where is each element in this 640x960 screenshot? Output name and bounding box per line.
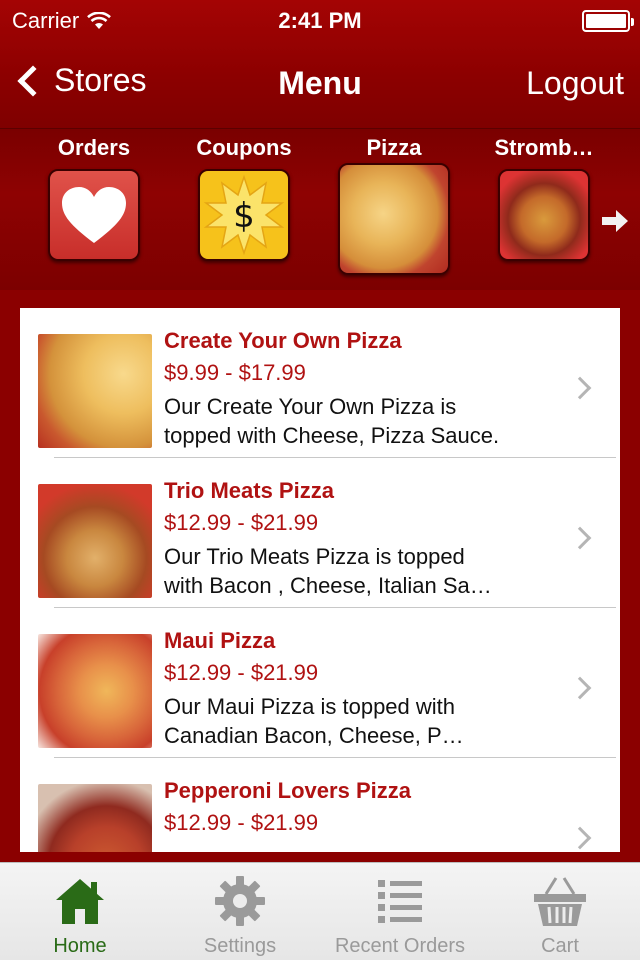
item-name: Pepperoni Lovers Pizza — [164, 778, 411, 803]
coupons-tile: $ — [198, 169, 290, 261]
category-label: Orders — [57, 135, 131, 160]
basket-icon — [530, 873, 590, 929]
item-price: $12.99 - $21.99 — [164, 810, 319, 835]
orders-tile — [48, 169, 140, 261]
tab-bar: Home Settings Recent Orders Cart — [0, 862, 640, 960]
tab-label: Home — [53, 935, 107, 957]
chevron-right-icon — [568, 676, 592, 700]
item-image — [38, 634, 152, 748]
heart-icon — [62, 187, 126, 243]
list-item[interactable]: Trio Meats Pizza $12.99 - $21.99 Our Tri… — [20, 458, 620, 608]
status-time: 2:41 PM — [278, 8, 362, 33]
item-price: $9.99 - $17.99 — [164, 360, 306, 385]
list-item[interactable]: Maui Pizza $12.99 - $21.99 Our Maui Pizz… — [20, 608, 620, 758]
item-name: Maui Pizza — [164, 628, 276, 653]
tab-label: Settings — [203, 935, 277, 957]
tab-cart[interactable]: Cart — [480, 863, 640, 960]
gear-icon — [210, 873, 270, 929]
description-line: Our Trio Meats Pizza is topped — [164, 544, 465, 569]
item-price: $12.99 - $21.99 — [164, 510, 319, 535]
chevron-right-icon — [568, 526, 592, 550]
chevron-right-icon — [568, 376, 592, 400]
item-price: $12.99 - $21.99 — [164, 660, 319, 685]
menu-list: Create Your Own Pizza $9.99 - $17.99 Our… — [20, 308, 620, 852]
item-image — [38, 784, 152, 852]
tab-label: Cart — [541, 935, 579, 957]
arrow-right-icon[interactable] — [600, 207, 630, 235]
stromboli-image — [498, 169, 590, 261]
logout-button[interactable]: Logout — [526, 65, 624, 102]
top-bar: Carrier 2:41 PM Stores Menu Logout — [0, 0, 640, 128]
category-label: Pizza — [366, 135, 422, 160]
category-pizza[interactable]: Pizza — [329, 129, 459, 275]
pizza-image — [338, 163, 450, 275]
chevron-right-icon — [568, 826, 592, 850]
description-line: Our Maui Pizza is topped with — [164, 694, 456, 719]
battery-icon — [582, 10, 634, 32]
description-line: Our Create Your Own Pizza is — [164, 394, 457, 419]
tab-label: Recent Orders — [334, 935, 466, 957]
list-icon — [370, 873, 430, 929]
tab-recent-orders[interactable]: Recent Orders — [320, 863, 480, 960]
category-stromboli[interactable]: Stromb… — [479, 129, 609, 261]
svg-text:$: $ — [233, 196, 255, 236]
home-icon — [50, 873, 110, 929]
tab-home[interactable]: Home — [0, 863, 160, 960]
item-description: Our Create Your Own Pizza is topped with… — [164, 392, 564, 450]
item-description: Our Trio Meats Pizza is topped with Baco… — [164, 542, 564, 600]
item-description: Our Maui Pizza is topped with Canadian B… — [164, 692, 564, 750]
category-orders[interactable]: Orders — [29, 129, 159, 261]
list-item[interactable]: Create Your Own Pizza $9.99 - $17.99 Our… — [20, 308, 620, 458]
tab-settings[interactable]: Settings — [160, 863, 320, 960]
category-label: Coupons — [196, 135, 292, 160]
dollar-badge-icon: $ — [203, 174, 285, 256]
category-label: Stromb… — [494, 135, 594, 160]
category-strip: Orders Coupons $ Pizza Stromb… — [0, 128, 640, 290]
category-coupons[interactable]: Coupons $ — [179, 129, 309, 261]
navigation-bar: Stores Menu Logout — [0, 40, 640, 128]
item-image — [38, 484, 152, 598]
description-line: with Bacon , Cheese, Italian Sa… — [164, 573, 492, 598]
description-line: topped with Cheese, Pizza Sauce. — [164, 423, 500, 448]
status-bar: Carrier 2:41 PM — [0, 0, 640, 40]
item-name: Create Your Own Pizza — [164, 328, 402, 353]
item-image — [38, 334, 152, 448]
description-line: Canadian Bacon, Cheese, P… — [164, 723, 464, 748]
item-name: Trio Meats Pizza — [164, 478, 334, 503]
list-item[interactable]: Pepperoni Lovers Pizza $12.99 - $21.99 — [20, 758, 620, 852]
